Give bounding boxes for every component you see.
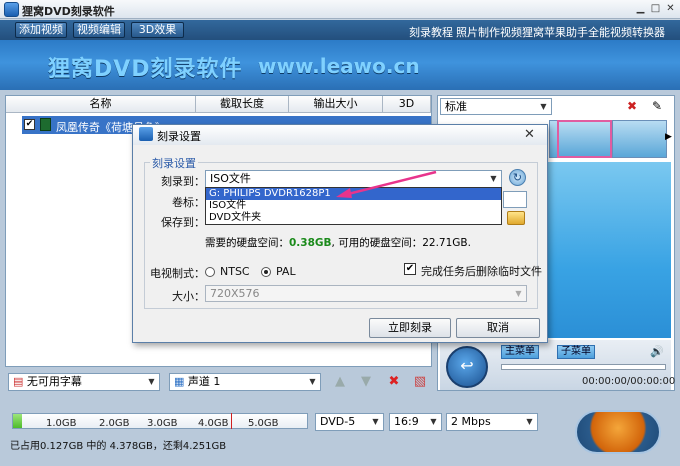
capacity-tick: 1.0GB bbox=[46, 418, 77, 429]
burn-to-label: 刻录到： bbox=[161, 175, 205, 188]
bitrate-select[interactable]: 2 Mbps ▼ bbox=[446, 413, 538, 431]
dialog-app-icon bbox=[139, 127, 153, 141]
link-apple-helper[interactable]: 狸窝苹果助手 bbox=[522, 24, 588, 40]
seek-slider[interactable] bbox=[501, 364, 666, 370]
chevron-down-icon: ▼ bbox=[309, 377, 316, 386]
capacity-limit-marker bbox=[231, 413, 232, 429]
column-clip-length[interactable]: 截取长度 bbox=[196, 96, 289, 113]
dropdown-option-iso[interactable]: ISO文件 bbox=[206, 200, 501, 212]
audio-track-select[interactable]: ▦ 声道 1 ▼ bbox=[169, 373, 321, 391]
delete-icon[interactable]: ✖ bbox=[387, 375, 401, 389]
chevron-down-icon: ▼ bbox=[490, 174, 497, 183]
aspect-ratio-value: 16:9 bbox=[394, 415, 419, 428]
space-available-label: , 可用的硬盘空间： bbox=[331, 237, 423, 249]
template-thumbnail[interactable] bbox=[612, 120, 667, 158]
dialog-title: 刻录设置 bbox=[157, 130, 201, 143]
annotation-arrow bbox=[336, 170, 437, 198]
template-style-select[interactable]: 标准 ▼ bbox=[440, 98, 552, 115]
audio-track-value: 声道 1 bbox=[187, 375, 221, 388]
delete-temp-label: 完成任务后删除临时文件 bbox=[421, 265, 542, 278]
pal-radio[interactable] bbox=[261, 267, 271, 277]
volume-icon[interactable]: 🔊 bbox=[650, 345, 664, 358]
link-photo-video[interactable]: 照片制作视频 bbox=[456, 24, 522, 40]
3d-effect-button[interactable]: 3D效果 bbox=[131, 22, 184, 38]
settings-group-label: 刻录设置 bbox=[150, 155, 198, 171]
scroll-right-icon[interactable]: ▶ bbox=[665, 132, 672, 142]
chevron-down-icon: ▼ bbox=[430, 417, 437, 426]
burn-disc-button[interactable] bbox=[575, 410, 661, 454]
video-file-icon bbox=[40, 118, 51, 131]
maximize-button[interactable]: □ bbox=[649, 3, 662, 16]
bitrate-value: 2 Mbps bbox=[451, 415, 491, 428]
chevron-down-icon: ▼ bbox=[148, 377, 155, 386]
row-checkbox[interactable]: ✔ bbox=[24, 119, 35, 130]
ntsc-label: NTSC bbox=[220, 265, 250, 278]
chevron-down-icon: ▼ bbox=[540, 102, 547, 111]
banner-url: www.leawo.cn bbox=[258, 54, 420, 78]
subtitle-icon: ▤ bbox=[13, 375, 27, 388]
disc-type-value: DVD-5 bbox=[320, 415, 356, 428]
refresh-drives-icon[interactable]: ↻ bbox=[509, 169, 526, 186]
time-display: 00:00:00/00:00:00 bbox=[582, 376, 676, 387]
capacity-tick: 5.0GB bbox=[248, 418, 279, 429]
move-up-icon[interactable]: ▲ bbox=[333, 375, 347, 389]
size-label: 大小： bbox=[172, 290, 205, 303]
tv-standard-label: 电视制式： bbox=[150, 267, 205, 280]
dialog-close-icon[interactable]: ✕ bbox=[524, 127, 535, 142]
add-video-button[interactable]: 添加视频 bbox=[15, 22, 67, 38]
browse-folder-icon[interactable] bbox=[507, 211, 525, 225]
edit-template-icon[interactable]: ✎ bbox=[652, 99, 662, 113]
ntsc-radio[interactable] bbox=[205, 267, 215, 277]
delete-temp-checkbox[interactable]: ✔ bbox=[404, 263, 416, 275]
chevron-down-icon: ▼ bbox=[515, 289, 522, 298]
template-style-value: 标准 bbox=[445, 100, 467, 113]
column-name[interactable]: 名称 bbox=[6, 96, 196, 113]
space-needed-value: 0.38GB bbox=[289, 237, 332, 249]
chevron-down-icon: ▼ bbox=[526, 417, 533, 426]
subtitle-select[interactable]: ▤ 无可用字幕 ▼ bbox=[8, 373, 160, 391]
audio-icon: ▦ bbox=[174, 375, 188, 388]
subtitle-value: 无可用字幕 bbox=[26, 375, 82, 388]
window-title: 狸窝DVD刻录软件 bbox=[22, 5, 115, 18]
template-thumbnail-selected[interactable] bbox=[557, 120, 612, 158]
link-burn-tutorial[interactable]: 刻录教程 bbox=[409, 24, 453, 40]
aspect-ratio-select[interactable]: 16:9 ▼ bbox=[389, 413, 442, 431]
space-needed-label: 需要的硬盘空间： bbox=[205, 237, 289, 249]
clear-list-icon[interactable]: ▧ bbox=[413, 375, 427, 389]
delete-template-icon[interactable]: ✖ bbox=[627, 99, 637, 113]
capacity-tick: 3.0GB bbox=[147, 418, 178, 429]
minimize-button[interactable]: ▁ bbox=[634, 3, 647, 16]
capacity-used-fill bbox=[13, 414, 22, 428]
column-3d[interactable]: 3D bbox=[383, 96, 431, 113]
cancel-button[interactable]: 取消 bbox=[456, 318, 540, 338]
edit-video-button[interactable]: 视频编辑 bbox=[73, 22, 125, 38]
link-video-converter[interactable]: 全能视频转换器 bbox=[588, 24, 665, 40]
save-to-label: 保存到： bbox=[161, 216, 205, 229]
app-icon bbox=[4, 2, 19, 17]
play-control-icon[interactable]: ↩ bbox=[446, 346, 488, 388]
pal-label: PAL bbox=[276, 265, 296, 278]
main-menu-button[interactable]: 主菜单 bbox=[501, 345, 539, 359]
capacity-tick: 2.0GB bbox=[99, 418, 130, 429]
close-button[interactable]: ✕ bbox=[664, 3, 677, 16]
burn-now-button[interactable]: 立即刻录 bbox=[369, 318, 451, 338]
space-available-value: 22.71GB. bbox=[422, 237, 471, 249]
usage-text: 已占用0.127GB 中的 4.378GB，还剩4.251GB bbox=[10, 441, 227, 452]
column-output-size[interactable]: 输出大小 bbox=[289, 96, 383, 113]
banner-title: 狸窝DVD刻录软件 bbox=[48, 57, 243, 82]
burn-destination-value: ISO文件 bbox=[210, 172, 251, 185]
volume-label: 卷标： bbox=[172, 196, 205, 209]
disc-type-select[interactable]: DVD-5 ▼ bbox=[315, 413, 384, 431]
volume-label-input[interactable] bbox=[503, 191, 527, 208]
move-down-icon[interactable]: ▼ bbox=[359, 375, 373, 389]
disk-space-line: 需要的硬盘空间：0.38GB, 可用的硬盘空间：22.71GB. bbox=[205, 235, 471, 250]
capacity-tick: 4.0GB bbox=[198, 418, 229, 429]
dropdown-option-dvd-folder[interactable]: DVD文件夹 bbox=[206, 212, 501, 224]
chevron-down-icon: ▼ bbox=[372, 417, 379, 426]
sub-menu-button[interactable]: 子菜单 bbox=[557, 345, 595, 359]
size-select[interactable]: 720X576 ▼ bbox=[205, 285, 527, 302]
size-value: 720X576 bbox=[210, 287, 260, 300]
